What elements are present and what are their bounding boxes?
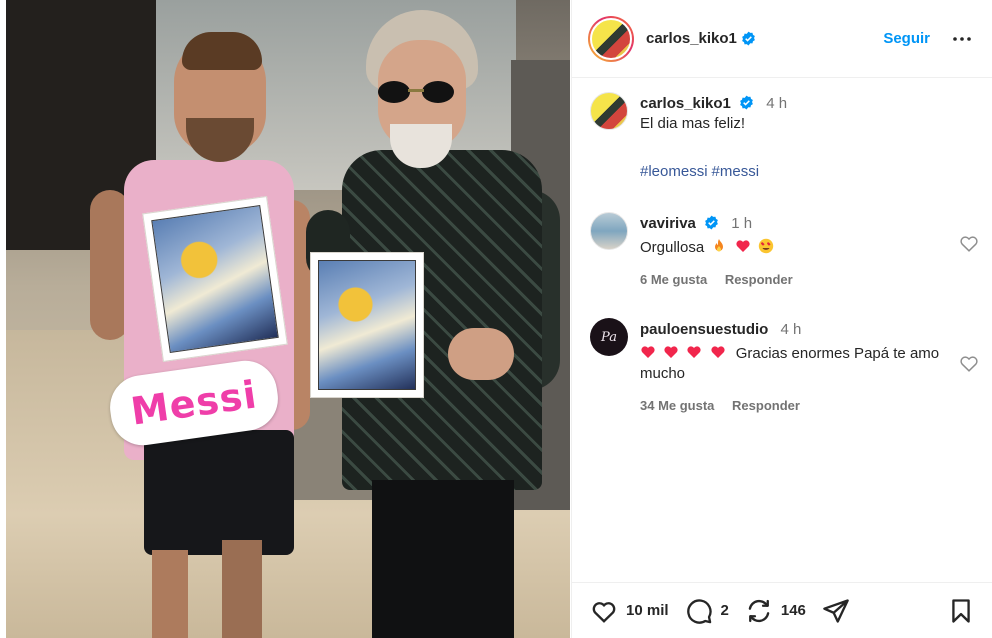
- bookmark-icon[interactable]: [947, 597, 975, 625]
- post-header: carlos_kiko1 Seguir: [572, 0, 992, 78]
- verified-badge-icon: [742, 31, 755, 46]
- comment-likes[interactable]: 6 Me gusta: [640, 272, 707, 287]
- red-heart-emoji-icon: [735, 240, 750, 252]
- caption-username[interactable]: carlos_kiko1: [640, 95, 731, 112]
- author-avatar[interactable]: [588, 15, 634, 62]
- heart-eyes-emoji-icon: [758, 238, 773, 254]
- repost-button[interactable]: 146: [745, 597, 806, 625]
- comment-button[interactable]: 2: [685, 597, 729, 625]
- author-username[interactable]: carlos_kiko1: [646, 30, 737, 47]
- likes-count: 10 mil: [626, 602, 669, 619]
- post-time[interactable]: 4 h: [766, 95, 787, 112]
- artwork-print: [142, 195, 288, 363]
- more-options-icon[interactable]: [950, 27, 974, 51]
- comment-icon: [686, 598, 712, 624]
- repost-icon: [748, 599, 770, 622]
- comment-username[interactable]: vaviriva: [640, 215, 696, 232]
- hashtag-link[interactable]: #messi: [712, 163, 760, 180]
- post-actions-bar: 10 mil 2 146: [572, 582, 992, 638]
- red-heart-emoji-icon: [687, 346, 701, 358]
- comment-text: Gracias enormes Papá te amo mucho: [640, 345, 940, 382]
- caption-author-avatar[interactable]: [590, 92, 628, 130]
- reposts-count: 146: [780, 602, 806, 619]
- share-button[interactable]: [822, 597, 850, 625]
- red-heart-emoji-icon: [710, 346, 725, 358]
- comment-time[interactable]: 4 h: [781, 321, 802, 338]
- comment-time[interactable]: 1 h: [731, 215, 752, 232]
- like-comment-heart-icon[interactable]: [958, 232, 980, 254]
- verified-badge-icon: [705, 215, 718, 230]
- red-heart-emoji-icon: [664, 346, 678, 358]
- post-sidebar: carlos_kiko1 Seguir carlos_kiko1 4 h El …: [571, 0, 992, 638]
- heart-icon: [592, 601, 616, 623]
- like-button[interactable]: 10 mil: [590, 597, 669, 625]
- verified-badge-icon: [740, 95, 753, 110]
- post-photo[interactable]: Messi: [6, 0, 570, 638]
- comment: Pa pauloensuestudio 4 h Gracias enormes …: [590, 318, 980, 416]
- comment-likes[interactable]: 34 Me gusta: [640, 398, 714, 413]
- comments-count: 2: [720, 602, 729, 619]
- comment-text: Orgullosa: [640, 239, 705, 256]
- sticker-text: Messi: [128, 372, 260, 434]
- comment-username[interactable]: pauloensuestudio: [640, 321, 768, 338]
- post-caption: carlos_kiko1 4 h El dia mas feliz! #leom…: [590, 92, 980, 182]
- comment: vaviriva 1 h Orgullosa 6 Me gusta Respon…: [590, 212, 980, 290]
- follow-button[interactable]: Seguir: [883, 30, 930, 47]
- reply-button[interactable]: Responder: [725, 272, 793, 287]
- like-comment-heart-icon[interactable]: [958, 352, 980, 374]
- reply-button[interactable]: Responder: [732, 398, 800, 413]
- red-heart-emoji-icon: [641, 346, 655, 358]
- send-icon: [823, 598, 849, 623]
- hashtags: #leomessi #messi: [640, 162, 787, 182]
- caption-text: El dia mas feliz!: [640, 115, 746, 132]
- instagram-post-window: Messi carlos_kiko1 Seguir carlos_kiko1 4…: [0, 0, 992, 638]
- artwork-print: [310, 252, 424, 398]
- fire-emoji-icon: [715, 239, 724, 252]
- hashtag-link[interactable]: #leomessi: [640, 163, 708, 180]
- commenter-avatar[interactable]: Pa: [590, 318, 628, 356]
- commenter-avatar[interactable]: [590, 212, 628, 250]
